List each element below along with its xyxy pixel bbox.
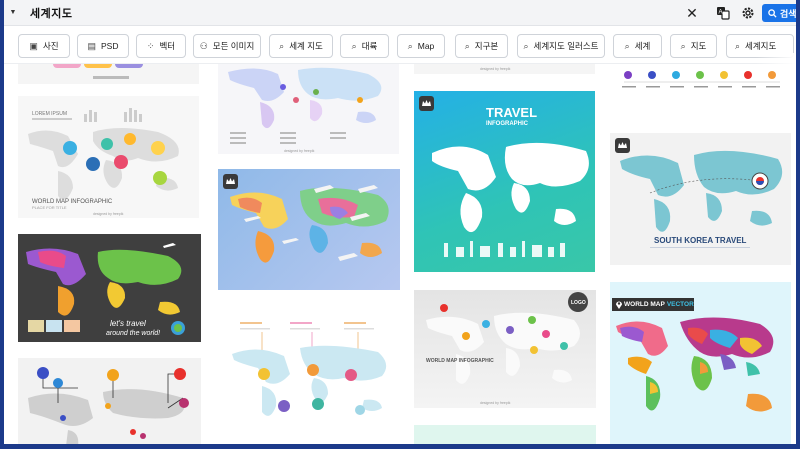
map-pin-icon: [615, 300, 623, 309]
browser-frame: ▼ 세계지도 ✕ A 검색 ▣ 사진 ▤ PSD ⁘ 벡터 ⚇ 모든 이미지 ⌕ 세계 지…: [4, 0, 796, 444]
image-card-11[interactable]: [414, 425, 596, 444]
search-icon: [768, 8, 777, 18]
card-brand: designed by freepik: [93, 212, 124, 216]
image-card-8[interactable]: designed by freepik: [414, 64, 595, 74]
image-card-3[interactable]: let's travel around the world!: [18, 234, 201, 342]
card-title: TRAVEL: [486, 105, 537, 120]
images-icon: ⚇: [199, 40, 208, 51]
image-card-1[interactable]: [18, 64, 199, 84]
chip-world-map[interactable]: ⌕ 세계 지도: [269, 34, 333, 58]
card-logo: LOGO: [571, 300, 586, 306]
translate-icon[interactable]: A: [714, 4, 732, 22]
chip-world[interactable]: ⌕ 세계: [613, 34, 662, 58]
chip-map[interactable]: ⌕ Map: [397, 34, 445, 58]
search-icon: ⌕: [464, 40, 470, 51]
card-title: WORLD MAP INFOGRAPHIC: [426, 358, 494, 364]
card-brand: designed by freepik: [480, 67, 511, 71]
search-icon: ⌕: [523, 40, 529, 51]
image-card-5[interactable]: designed by freepik: [218, 64, 399, 154]
card-brand: designed by freepik: [480, 401, 511, 405]
image-card-12[interactable]: [610, 64, 791, 94]
search-icon: ⌕: [351, 40, 357, 51]
close-icon[interactable]: ✕: [684, 5, 700, 21]
svg-text:A: A: [719, 10, 723, 16]
search-bar: ▼ 세계지도 ✕ A 검색: [4, 0, 796, 26]
image-card-2[interactable]: LOREM IPSUM WORLD MAP INFOGRAPHIC PLACE …: [18, 96, 199, 218]
search-icon: ⌕: [680, 40, 686, 51]
psd-icon: ▤: [87, 40, 97, 51]
filter-chip-row: ▣ 사진 ▤ PSD ⁘ 벡터 ⚇ 모든 이미지 ⌕ 세계 지도 ⌕ 대륙 ⌕ Map ⌕ 지구…: [4, 26, 796, 89]
chip-world-map-illustration[interactable]: ⌕ 세계지도 일러스트: [517, 34, 605, 58]
chip-psd[interactable]: ▤ PSD: [77, 34, 129, 58]
card-subtitle: INFOGRAPHIC: [486, 121, 529, 127]
chip-vector[interactable]: ⁘ 벡터: [136, 34, 186, 58]
card-line-1: let's travel: [110, 319, 146, 328]
chevron-down-icon[interactable]: ▼: [4, 0, 22, 26]
card-title: SOUTH KOREA TRAVEL: [654, 236, 747, 245]
chip-map-ko[interactable]: ⌕ 지도: [670, 34, 717, 58]
settings-icon[interactable]: [739, 4, 757, 22]
image-card-13[interactable]: SOUTH KOREA TRAVEL: [610, 133, 791, 265]
image-card-7[interactable]: [218, 308, 401, 444]
premium-crown-icon: [419, 96, 434, 111]
search-icon: ⌕: [735, 40, 741, 51]
chip-globe[interactable]: ⌕ 지구본: [455, 34, 508, 58]
image-card-14[interactable]: WORLD MAP VECTOR: [610, 282, 791, 444]
chip-photo[interactable]: ▣ 사진: [18, 34, 70, 58]
chip-continent[interactable]: ⌕ 대륙: [340, 34, 389, 58]
image-card-4[interactable]: [18, 358, 201, 444]
search-button[interactable]: 검색: [762, 4, 796, 22]
card-subtitle: PLACE FOR TITLE: [32, 205, 67, 210]
vector-icon: ⁘: [146, 40, 155, 51]
image-card-6[interactable]: [218, 169, 400, 290]
premium-crown-icon: [223, 174, 238, 189]
search-input[interactable]: 세계지도: [30, 5, 72, 21]
image-card-10[interactable]: LOGO WORLD MAP INFOGRAPHIC designed by f…: [414, 290, 596, 408]
chip-all-images[interactable]: ⚇ 모든 이미지: [193, 34, 261, 58]
image-card-9[interactable]: TRAVEL INFOGRAPHIC: [414, 91, 595, 272]
card-brand: designed by freepik: [284, 149, 315, 153]
search-icon: ⌕: [279, 40, 285, 51]
search-icon: ⌕: [407, 40, 413, 51]
photo-icon: ▣: [29, 40, 38, 51]
premium-crown-icon: [615, 138, 630, 153]
card-line-2: around the world!: [106, 330, 160, 337]
search-icon: ⌕: [624, 40, 630, 51]
card-title: LOREM IPSUM: [32, 111, 67, 117]
